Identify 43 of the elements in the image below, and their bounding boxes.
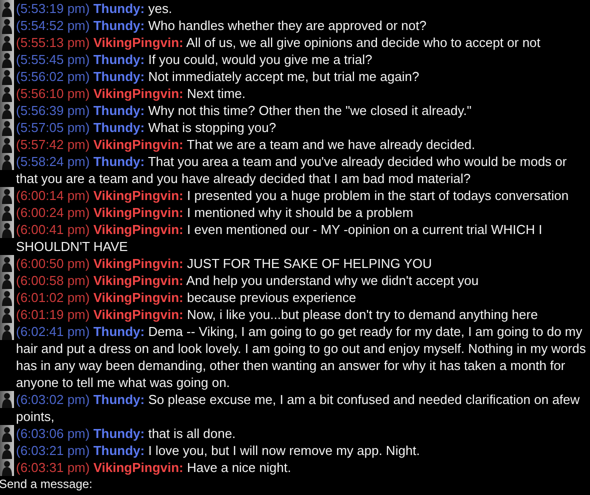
chat-message: (6:00:50 pm) VikingPingvin: JUST FOR THE SAKE OF HELPING YOU <box>16 255 433 272</box>
chat-message: (6:00:14 pm) VikingPingvin: I presented you a huge problem in the start of todays conversation <box>16 187 570 204</box>
avatar-icon <box>0 0 14 17</box>
avatar-icon <box>0 221 14 238</box>
avatar-icon <box>0 323 14 340</box>
avatar-icon <box>0 425 14 442</box>
avatar-icon <box>0 17 14 34</box>
chat-message: (5:57:42 pm) VikingPingvin: That we are a team and we have already decided. <box>16 136 476 153</box>
chat-message: (5:55:13 pm) VikingPingvin: All of us, we all give opinions and decide who to accept or not <box>16 34 542 51</box>
avatar-icon <box>0 306 14 323</box>
avatar-icon <box>0 51 14 68</box>
avatar-icon <box>0 442 14 459</box>
avatar-icon <box>0 102 14 119</box>
avatar-icon <box>0 459 14 476</box>
chat-message: (6:01:19 pm) VikingPingvin: Now, i like you...but please don't try to demand anything here <box>16 306 539 323</box>
avatar-icon <box>0 255 14 272</box>
chat-message: (5:56:10 pm) VikingPingvin: Next time. <box>16 85 247 102</box>
avatar-icon <box>0 204 14 221</box>
chat-message: (5:58:24 pm) Thundy: That you area a team and you've already decided who would be mods or that you are a team and you have already decided that I am bad mod material? <box>16 153 568 187</box>
chat-message: (6:03:31 pm) VikingPingvin: Have a nice night. <box>16 459 292 476</box>
chat-message: (5:56:39 pm) Thundy: Why not this time? Other then the "we closed it already." <box>16 102 473 119</box>
chat-message: (6:00:58 pm) VikingPingvin: And help you understand why we didn't accept you <box>16 272 480 289</box>
chat-message: (6:00:41 pm) VikingPingvin: I even mentioned our - MY -opinion on a current trial WHICH I SHOULDN'T HAVE <box>16 221 544 255</box>
avatar-icon <box>0 272 14 289</box>
avatar-icon <box>0 34 14 51</box>
chat-message: (5:54:52 pm) Thundy: Who handles whether they are approved or not? <box>16 17 428 34</box>
chat-message: (6:02:41 pm) Thundy: Dema -- Viking, I am going to go get ready for my date, I am going to do my hair and put a dress on and look lovely. I am going to go out and enjoy myself. Nothing in my words has in any way been demanding, other then wanting an answer for why it has taken a month for anyone to tell me what was going on. <box>16 323 587 391</box>
chat-message: (5:55:45 pm) Thundy: If you could, would you give me a trial? <box>16 51 374 68</box>
avatar-icon <box>0 136 14 153</box>
chat-message: (5:57:05 pm) Thundy: What is stopping you? <box>16 119 278 136</box>
avatar-icon <box>0 68 14 85</box>
chat-message: (6:03:06 pm) Thundy: that is all done. <box>16 425 237 442</box>
chat-message: (5:56:02 pm) Thundy: Not immediately accept me, but trial me again? <box>16 68 420 85</box>
avatar-icon <box>0 391 14 408</box>
avatar-icon <box>0 289 14 306</box>
chat-message: (6:00:24 pm) VikingPingvin: I mentioned why it should be a problem <box>16 204 414 221</box>
avatar-icon <box>0 119 14 136</box>
avatar-icon <box>0 85 14 102</box>
avatar-icon <box>0 153 14 170</box>
chat-message: (6:01:02 pm) VikingPingvin: because previous experience <box>16 289 358 306</box>
chat-message: (6:03:21 pm) Thundy: I love you, but I will now remove my app. Night. <box>16 442 421 459</box>
avatar-icon <box>0 187 14 204</box>
chat-message: (5:53:19 pm) Thundy: yes. <box>16 0 174 17</box>
